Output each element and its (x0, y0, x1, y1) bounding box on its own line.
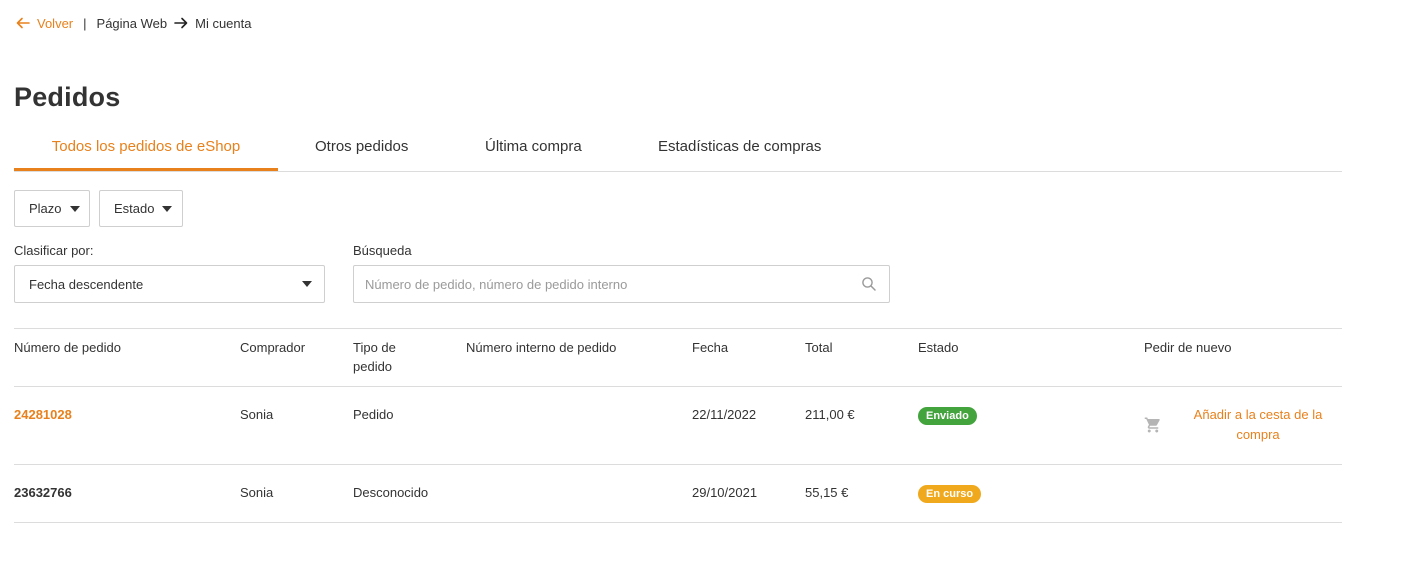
period-filter-label: Plazo (29, 201, 62, 216)
orders-page: Volver | Página Web Mi cuenta Pedidos To… (0, 0, 1410, 567)
breadcrumb-item-website[interactable]: Página Web (97, 16, 168, 31)
search-icon[interactable] (861, 276, 877, 292)
breadcrumb-item-my-account[interactable]: Mi cuenta (195, 16, 251, 31)
table-row: 24281028 Sonia Pedido 22/11/2022 211,00 … (14, 387, 1342, 465)
header-status: Estado (918, 340, 959, 355)
header-date: Fecha (692, 340, 729, 355)
tab-purchase-statistics[interactable]: Estadísticas de compras (658, 130, 821, 168)
sort-label: Clasificar por: (14, 243, 94, 258)
caret-down-icon (162, 205, 173, 212)
add-to-cart-label: Añadir a la cesta de la compra (1193, 407, 1323, 442)
tab-other-orders[interactable]: Otros pedidos (315, 130, 408, 168)
header-order-number: Número de pedido (14, 340, 121, 355)
breadcrumb-separator: | (83, 15, 87, 31)
header-buyer: Comprador (240, 340, 306, 355)
order-number-link[interactable]: 24281028 (14, 405, 72, 424)
status-filter-label: Estado (114, 201, 155, 216)
buyer-cell: Sonia (240, 485, 274, 500)
status-filter-button[interactable]: Estado (99, 190, 183, 227)
back-link[interactable]: Volver (15, 15, 73, 31)
page-title: Pedidos (14, 82, 121, 112)
sort-selected-value: Fecha descendente (29, 276, 144, 292)
total-cell: 55,15 € (805, 485, 849, 500)
status-badge: En curso (918, 485, 982, 503)
status-cell: En curso (918, 483, 982, 503)
order-number-cell[interactable]: 23632766 (14, 483, 72, 502)
search-label: Búsqueda (353, 243, 412, 258)
total-cell: 211,00 € (805, 407, 855, 422)
search-input[interactable] (354, 267, 861, 301)
status-cell: Enviado (918, 405, 977, 425)
table-row: 23632766 Sonia Desconocido 29/10/2021 55… (14, 465, 1342, 523)
back-label: Volver (37, 15, 74, 31)
status-badge: Enviado (918, 407, 977, 425)
table-header-row: Número de pedido Comprador Tipo de pedid… (14, 329, 1342, 387)
header-total: Total (805, 340, 833, 355)
orders-table: Número de pedido Comprador Tipo de pedid… (14, 328, 1342, 523)
add-to-cart-button[interactable]: Añadir a la cesta de la compra (1144, 405, 1326, 445)
header-internal-number: Número interno de pedido (466, 340, 617, 355)
sort-select[interactable]: Fecha descendente (14, 265, 325, 303)
cart-icon (1144, 417, 1160, 433)
arrow-left-icon (16, 17, 30, 29)
order-type-cell: Desconocido (353, 485, 429, 500)
order-type-cell: Pedido (353, 407, 394, 422)
arrow-right-icon (174, 17, 188, 29)
tab-all-eshop-orders[interactable]: Todos los pedidos de eShop (14, 130, 278, 171)
buyer-cell: Sonia (240, 407, 274, 422)
caret-down-icon (69, 205, 80, 212)
period-filter-button[interactable]: Plazo (14, 190, 90, 227)
tab-bar: Todos los pedidos de eShop Otros pedidos… (14, 130, 1342, 172)
header-order-type: Tipo de pedido (353, 340, 396, 374)
caret-down-icon (302, 281, 312, 287)
search-box (353, 265, 890, 303)
tab-last-purchase[interactable]: Última compra (485, 130, 582, 168)
breadcrumb: Volver | Página Web Mi cuenta (15, 15, 252, 31)
header-reorder: Pedir de nuevo (1144, 340, 1232, 355)
date-cell: 22/11/2022 (692, 407, 757, 422)
date-cell: 29/10/2021 (692, 485, 758, 500)
